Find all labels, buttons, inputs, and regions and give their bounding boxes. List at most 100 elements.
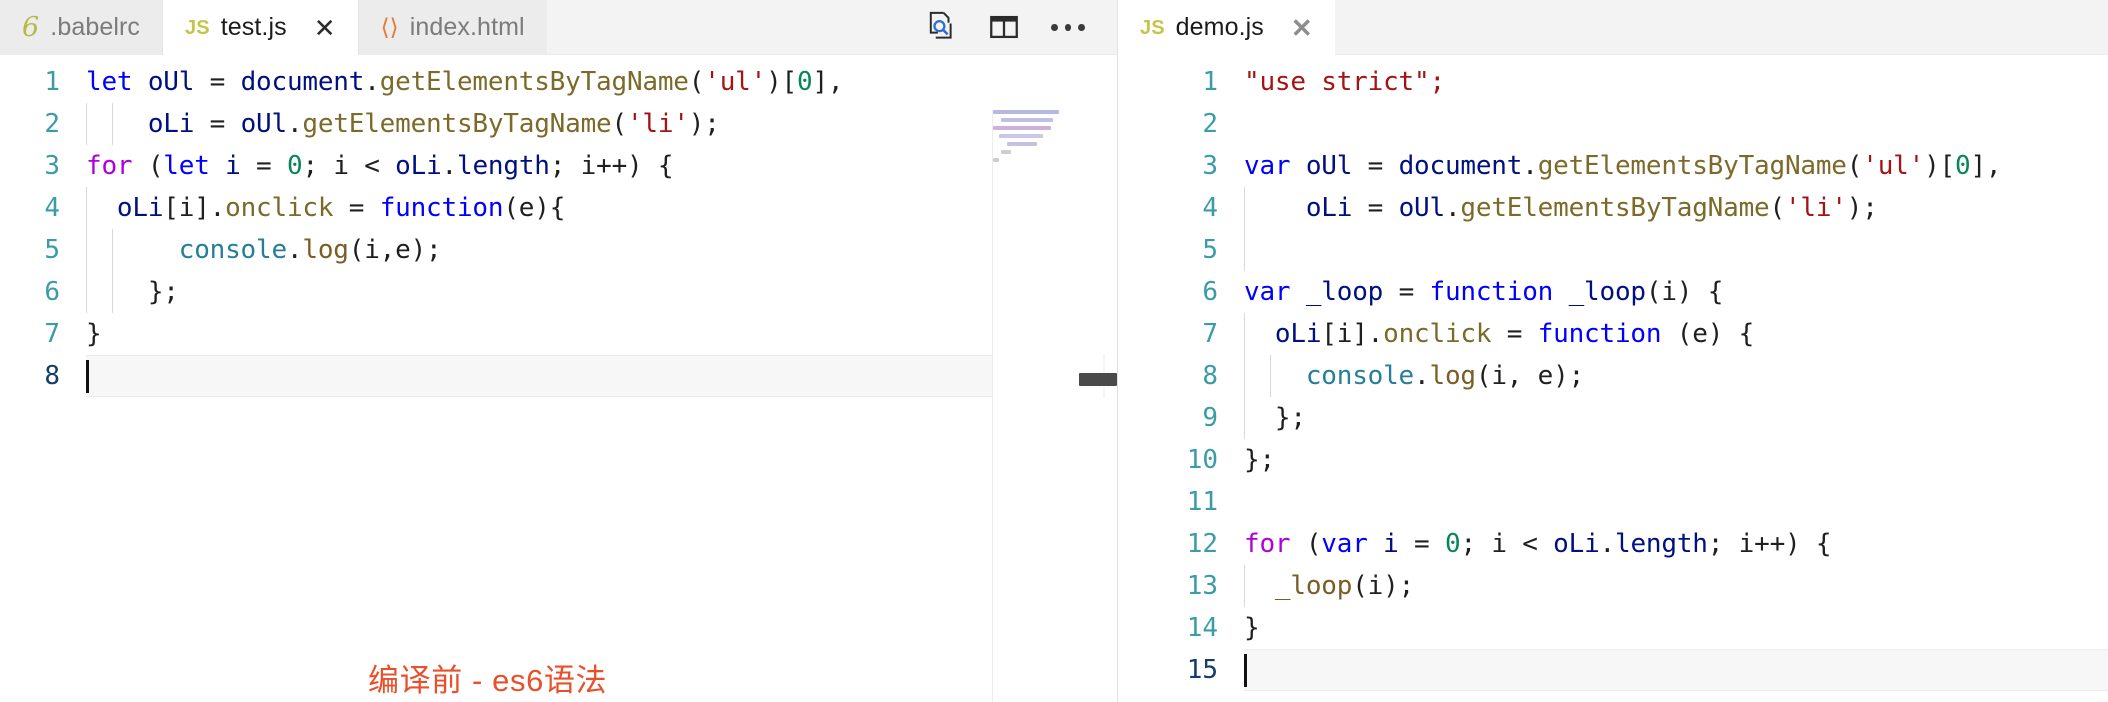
code-line[interactable]: 15 [1118,649,2108,691]
code-token: . [1414,361,1430,391]
code-line[interactable]: 2 [1118,103,2108,145]
code-text[interactable] [1244,103,2108,145]
code-text[interactable]: oLi = oUl.getElementsByTagName('li'); [1244,187,2108,229]
code-line[interactable]: 5 [1118,229,2108,271]
code-text[interactable] [1244,481,2108,523]
code-text[interactable] [1244,229,2108,271]
code-text[interactable]: oLi[i].onclick = function(e){ [86,187,1117,229]
code-token: . [1599,529,1616,559]
code-line[interactable]: 4 oLi[i].onclick = function(e){ [0,187,1117,229]
code-token: function [1429,277,1554,307]
open-preview-icon[interactable] [923,10,957,44]
code-text[interactable]: }; [1244,397,2108,439]
code-text[interactable]: oLi = oUl.getElementsByTagName('li'); [86,103,1117,145]
code-line[interactable]: 11 [1118,481,2108,523]
code-token: document [1398,151,1523,181]
code-token: 'ul' [704,67,767,97]
tab-babelrc[interactable]: 6 .babelrc [0,0,163,55]
code-text[interactable]: console.log(i, e); [1244,355,2108,397]
code-line[interactable]: 8 console.log(i, e); [1118,355,2108,397]
code-line[interactable]: 10}; [1118,439,2108,481]
line-number: 3 [1202,151,1218,181]
code-text[interactable]: oLi[i].onclick = function (e) { [1244,313,2108,355]
code-line[interactable]: 3 for (let i = 0; i < oLi.length; i++) { [0,145,1117,187]
minimap-left[interactable] [993,110,1103,702]
tab-label: test.js [220,13,287,41]
code-editor-right[interactable]: 1 "use strict"; 2 3 var oUl = document.getEl… [1118,55,2108,702]
line-number: 4 [1202,193,1218,223]
code-text[interactable]: let oUl = document.getElementsByTagName(… [86,61,1117,103]
split-editor-icon[interactable] [987,10,1021,44]
indent-guide [86,271,87,313]
code-line[interactable]: 7} [0,313,1117,355]
code-token: ( [688,67,705,97]
overview-ruler[interactable] [1105,110,1117,702]
code-token: ; i < [1460,529,1554,559]
close-icon[interactable]: ✕ [314,15,336,41]
tab-demo-js[interactable]: JS demo.js ✕ [1118,0,1335,55]
code-line[interactable]: 1 "use strict"; [1118,61,2108,103]
tab-label: demo.js [1175,13,1264,41]
code-text[interactable] [1244,649,2108,691]
code-line[interactable]: 3 var oUl = document.getElementsByTagName… [1118,145,2108,187]
close-icon[interactable]: ✕ [1291,15,1313,41]
code-editor-left[interactable]: 1 let oUl = document.getElementsByTagName… [0,55,1117,702]
code-line[interactable]: 5 console.log(i,e); [0,229,1117,271]
code-token: = [1491,319,1538,349]
code-text[interactable]: var oUl = document.getElementsByTagName(… [1244,145,2108,187]
code-line[interactable]: 1 let oUl = document.getElementsByTagName… [0,61,1117,103]
code-token: . [286,235,303,265]
code-line[interactable]: 4 oLi = oUl.getElementsByTagName('li'); [1118,187,2108,229]
code-token: (i) { [1645,277,1724,307]
code-text[interactable]: for (let i = 0; i < oLi.length; i++) { [86,145,1117,187]
code-text[interactable]: } [1244,607,2108,649]
line-number: 8 [44,361,60,391]
annotation-before-compile: 编译前 - es6语法 [368,663,608,698]
scrollbar-sash[interactable] [1079,373,1117,386]
code-text[interactable]: for (var i = 0; i < oLi.length; i++) { [1244,523,2108,565]
code-token: oLi [116,193,164,223]
code-text[interactable]: } [86,313,1117,355]
line-number: 13 [1186,571,1218,601]
code-line[interactable]: 7 oLi[i].onclick = function (e) { [1118,313,2108,355]
code-token: oUl [1290,151,1368,181]
line-number: 2 [1202,109,1218,139]
code-text[interactable]: console.log(i,e); [86,229,1117,271]
code-token: 'ul' [1862,151,1925,181]
minimap-segment [993,110,1059,114]
tab-bar-spacer [546,0,923,54]
code-token: length [1615,529,1708,559]
code-text[interactable]: }; [1244,439,2108,481]
code-line[interactable]: 9 }; [1118,397,2108,439]
indent-guide [86,229,87,271]
indent-guide [1244,313,1245,355]
code-text[interactable]: }; [86,271,1117,313]
tab-test-js[interactable]: JS test.js ✕ [162,0,358,55]
code-token: . [364,67,380,97]
code-token: . [286,109,303,139]
code-text[interactable]: _loop(i); [1244,565,2108,607]
code-token: var [1244,277,1291,307]
code-line[interactable]: 8 [0,355,1117,397]
code-line[interactable]: 6 var _loop = function _loop(i) { [1118,271,2108,313]
code-line[interactable]: 2 oLi = oUl.getElementsByTagName('li'); [0,103,1117,145]
code-line[interactable]: 14} [1118,607,2108,649]
minimap-line [993,166,1103,171]
html-icon: ⟨⟩ [380,14,399,40]
code-token: document [240,67,365,97]
code-line[interactable]: 6 }; [0,271,1117,313]
code-token: oLi [86,109,210,139]
code-line[interactable]: 13 _loop(i); [1118,565,2108,607]
more-actions-icon[interactable] [1051,10,1086,44]
code-token: }; [1244,445,1275,475]
code-text[interactable]: var _loop = function _loop(i) { [1244,271,2108,313]
code-text[interactable] [86,355,1117,397]
code-line[interactable]: 12 for (var i = 0; i < oLi.length; i++) { [1118,523,2108,565]
tab-index-html[interactable]: ⟨⟩ index.html [357,0,547,55]
code-token: getElementsByTagName [1537,151,1847,181]
code-text[interactable]: "use strict"; [1244,61,2108,103]
